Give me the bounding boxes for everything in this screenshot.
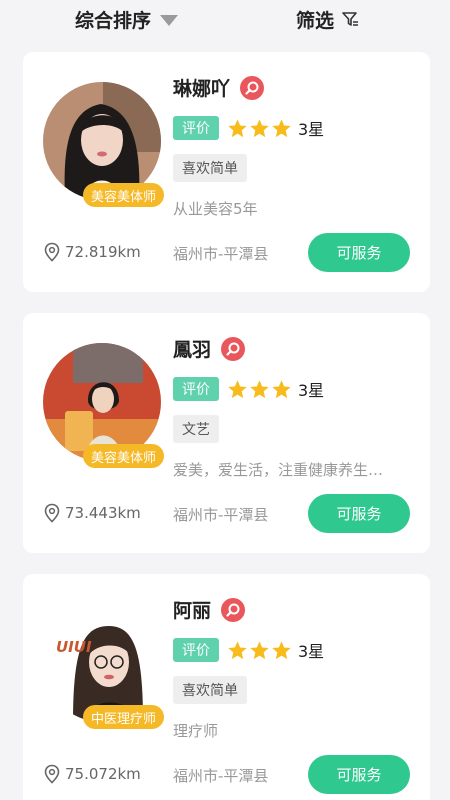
sort-label: 综合排序 [75, 10, 152, 32]
star-count-label: 3星 [298, 642, 325, 661]
distance: 75.072km [43, 764, 141, 784]
rating-row: 评价 3星 [173, 377, 324, 401]
filter-bar: 综合排序 筛选 [0, 0, 450, 40]
description: 理疗师 [173, 722, 219, 740]
location-pin-icon [44, 242, 60, 262]
search-badge-icon [221, 597, 246, 622]
rating-tag: 评价 [173, 377, 219, 401]
caret-down-icon [160, 15, 179, 26]
rating-tag: 评价 [173, 116, 219, 140]
location-text: 福州市-平潭县 [173, 767, 269, 785]
therapist-name: 阿丽 [173, 600, 212, 622]
rating-row: 评价 3星 [173, 116, 324, 140]
personality-tag: 喜欢简单 [173, 154, 247, 182]
distance-value: 72.819km [65, 243, 141, 261]
name-row: 琳娜吖 [173, 74, 265, 101]
avatar-block: UIUI 中医理疗师 [43, 604, 165, 732]
description: 爱美，爱生活，注重健康养生… [173, 461, 384, 479]
location-text: 福州市-平潭县 [173, 506, 269, 524]
role-badge: 美容美体师 [83, 183, 165, 207]
star-icon [250, 640, 269, 659]
star-icon [250, 118, 269, 137]
therapist-name: 琳娜吖 [173, 78, 231, 100]
available-service-button[interactable]: 可服务 [308, 494, 410, 533]
search-badge-icon [221, 336, 246, 361]
therapist-card[interactable]: 美容美体师 鳳羽 评价 3星 文艺 爱美，爱生活，注重健康养生… 73.443k… [23, 313, 430, 553]
avatar-block: 美容美体师 [43, 343, 165, 471]
distance: 73.443km [43, 503, 141, 523]
brand-logo-text: UIUI [56, 638, 92, 656]
star-icon [272, 379, 291, 398]
therapist-name: 鳳羽 [173, 339, 212, 361]
description: 从业美容5年 [173, 200, 258, 218]
star-icon [272, 118, 291, 137]
star-icon [228, 640, 247, 659]
role-badge: 美容美体师 [83, 444, 165, 468]
star-count-label: 3星 [298, 120, 325, 139]
filter-button[interactable]: 筛选 [296, 6, 359, 33]
star-icon [250, 379, 269, 398]
location-text: 福州市-平潭县 [173, 245, 269, 263]
star-rating [227, 379, 293, 400]
distance-value: 75.072km [65, 765, 141, 783]
therapist-card[interactable]: 美容美体师 琳娜吖 评价 3星 喜欢简单 从业美容5年 72.819km 福州市… [23, 52, 430, 292]
rating-tag: 评价 [173, 638, 219, 662]
sort-dropdown[interactable]: 综合排序 [75, 6, 179, 33]
role-badge: 中医理疗师 [83, 705, 165, 729]
star-icon [228, 118, 247, 137]
search-badge-icon [240, 75, 265, 100]
therapist-card[interactable]: UIUI 中医理疗师 阿丽 评价 3星 喜欢简单 理疗师 75.072km 福州… [23, 574, 430, 800]
location-pin-icon [44, 764, 60, 784]
available-service-button[interactable]: 可服务 [308, 233, 410, 272]
star-icon [272, 640, 291, 659]
personality-tag: 喜欢简单 [173, 676, 247, 704]
distance: 72.819km [43, 242, 141, 262]
filter-label: 筛选 [296, 10, 335, 32]
star-count-label: 3星 [298, 381, 325, 400]
avatar-block: 美容美体师 [43, 82, 165, 210]
name-row: 鳳羽 [173, 335, 246, 362]
available-service-button[interactable]: 可服务 [308, 755, 410, 794]
filter-icon [342, 12, 359, 26]
name-row: 阿丽 [173, 596, 246, 623]
rating-row: 评价 3星 [173, 638, 324, 662]
distance-value: 73.443km [65, 504, 141, 522]
location-pin-icon [44, 503, 60, 523]
star-icon [228, 379, 247, 398]
star-rating [227, 118, 293, 139]
star-rating [227, 640, 293, 661]
personality-tag: 文艺 [173, 415, 219, 443]
